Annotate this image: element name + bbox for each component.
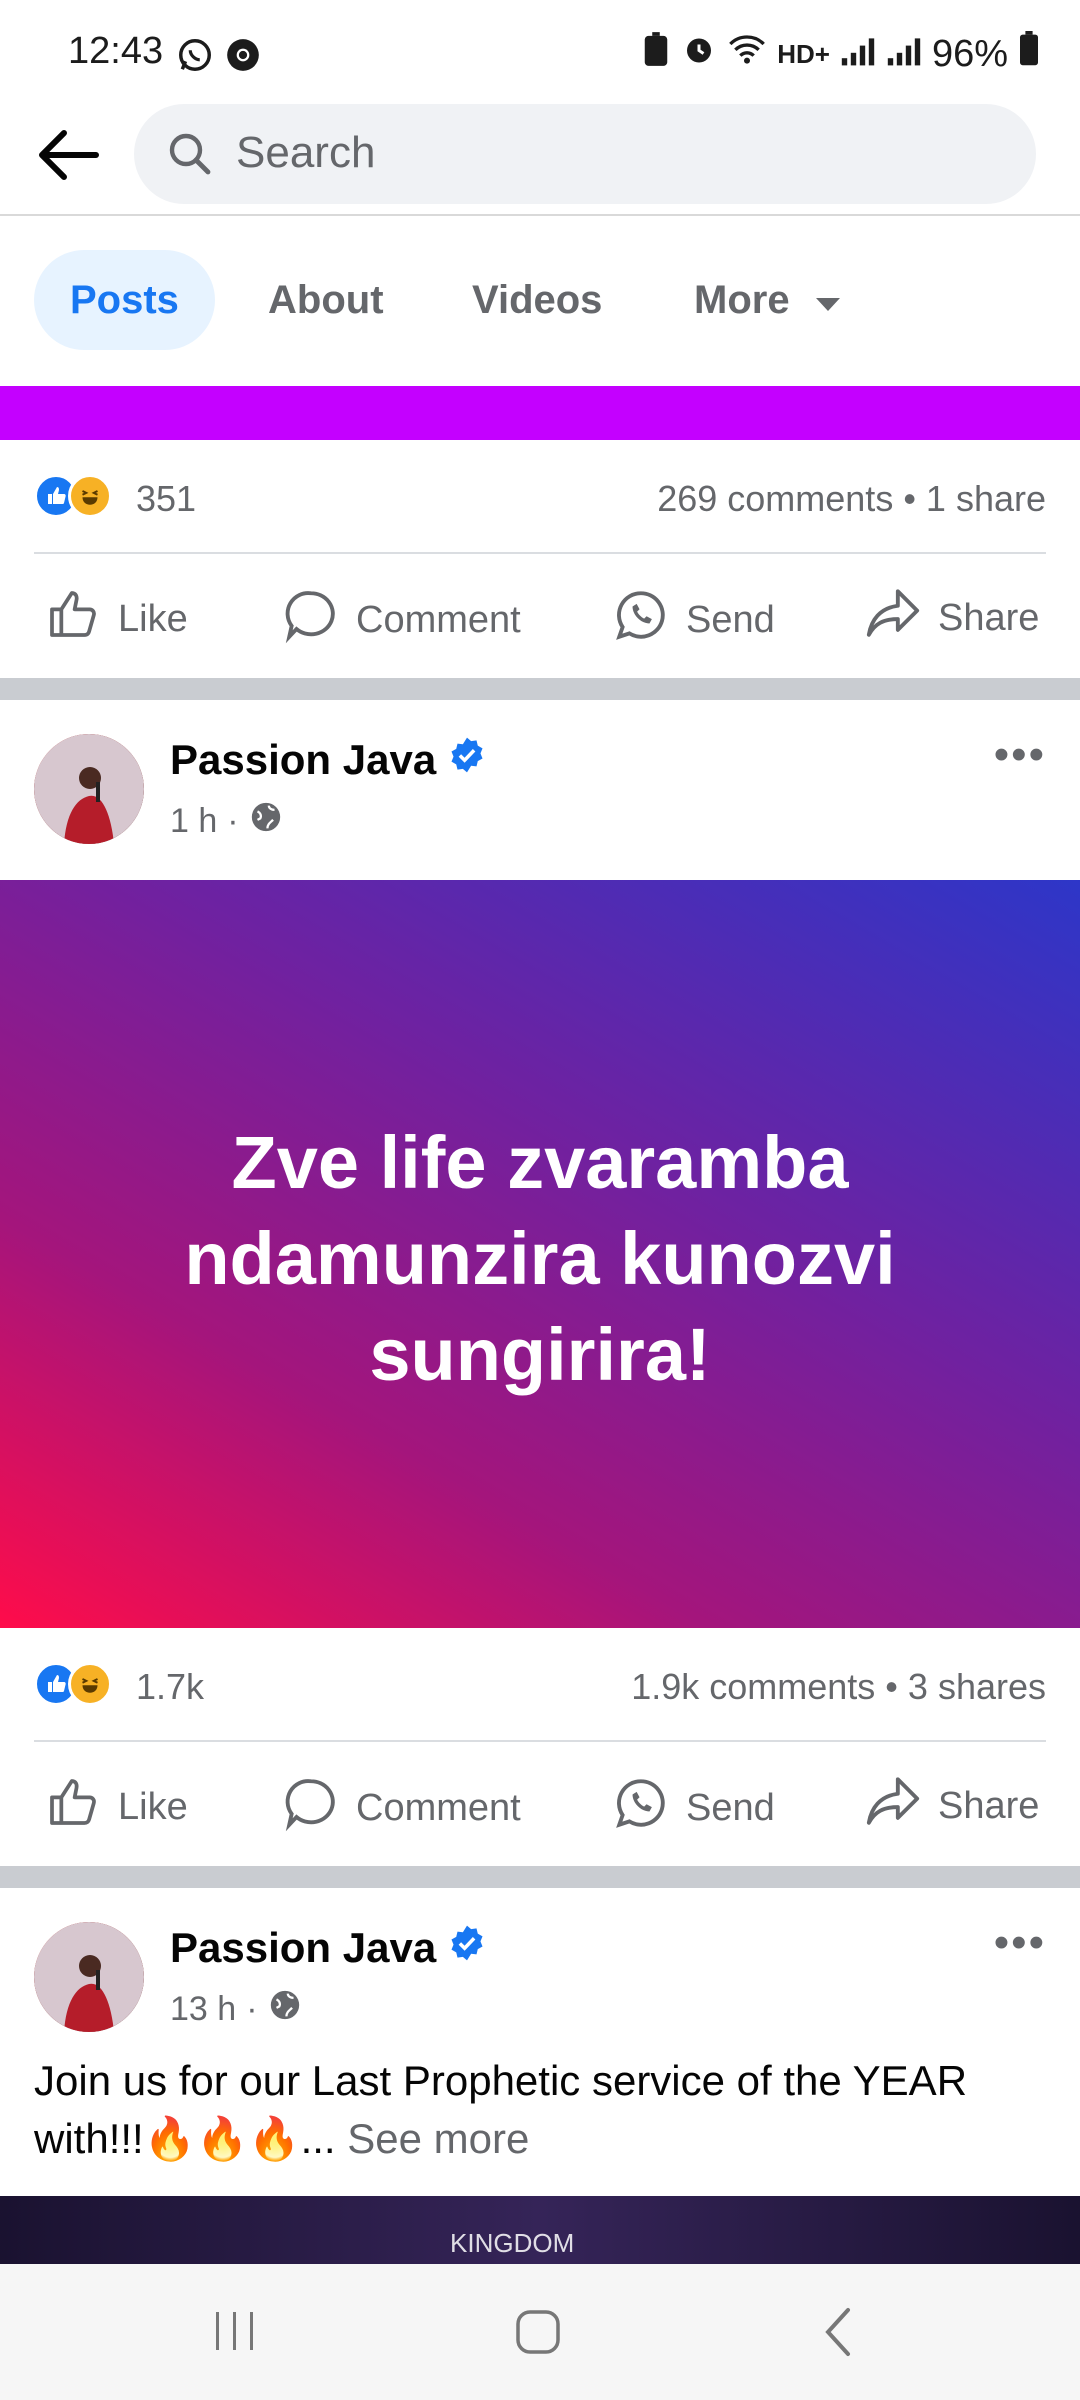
send-label: Send [686,1786,775,1829]
back-icon[interactable] [818,2304,858,2365]
alarm-icon [681,31,717,77]
status-indicators: HD+ 96% [641,30,1040,78]
verified-badge-icon [448,736,486,784]
signal-icon [840,33,876,76]
haha-reaction-icon [68,1662,112,1706]
caret-down-icon [814,250,842,350]
comment-bubble-icon [282,586,340,654]
avatar[interactable] [34,734,144,844]
search-icon [166,130,214,183]
reaction-icons[interactable] [34,1662,112,1706]
haha-reaction-icon [68,474,112,518]
wifi-icon [727,32,767,76]
like-label: Like [118,597,188,640]
whatsapp-send-icon [612,1774,670,1842]
search-placeholder: Search [236,128,376,177]
share-button[interactable]: Share [864,1774,1039,1838]
signal-icon-2 [886,33,922,76]
see-more-link[interactable]: See more [347,2115,529,2162]
thumbs-up-icon [44,1774,102,1840]
author-name: Passion Java [170,736,437,783]
share-arrow-icon [864,586,922,650]
reaction-count[interactable]: 1.7k [136,1666,204,1708]
share-label: Share [938,1784,1040,1827]
like-button[interactable]: Like [44,1774,188,1840]
post-author[interactable]: Passion Java [170,1924,486,1972]
battery-saver-icon [641,30,671,78]
reaction-icons[interactable] [34,474,112,518]
send-label: Send [686,598,775,641]
search-header: Search [0,100,1080,216]
author-name: Passion Java [170,1924,437,1971]
post-meta: 1 h · [170,800,283,843]
tab-more[interactable]: More [694,250,842,350]
battery-level: 96% [931,32,1008,75]
chrome-icon [224,36,262,79]
like-button[interactable]: Like [44,586,188,652]
post-author[interactable]: Passion Java [170,736,486,784]
send-button[interactable]: Send [612,586,775,654]
home-icon[interactable] [512,2306,564,2363]
tab-more-label: More [694,278,790,322]
comments-shares[interactable]: 269 comments • 1 share [657,478,1046,520]
status-bar: 12:43 HD+ 96% [0,0,1080,100]
image-caption-text: KINGDOM [450,2228,575,2258]
avatar[interactable] [34,1922,144,2032]
divider [34,552,1046,554]
post-time: 1 h [170,802,218,840]
post-time: 13 h [170,1990,237,2028]
comment-button[interactable]: Comment [282,1774,521,1842]
recent-apps-icon[interactable] [210,2308,260,2359]
post-text: Join us for our Last Prophetic service o… [34,2052,1054,2168]
tab-about[interactable]: About [268,250,384,350]
share-label: Share [938,596,1040,639]
whatsapp-icon [176,36,214,79]
tab-videos[interactable]: Videos [472,250,602,350]
post-separator [0,1866,1080,1888]
post-meta: 13 h · [170,1988,302,2031]
post-separator [0,678,1080,700]
thumbs-up-icon [44,586,102,652]
meta-dot: · [246,1990,258,2028]
comments-shares[interactable]: 1.9k comments • 3 shares [631,1666,1046,1708]
more-options-icon[interactable]: ••• [994,730,1046,780]
back-arrow-icon[interactable] [34,125,104,185]
comment-bubble-icon [282,1774,340,1842]
verified-badge-icon [448,1924,486,1972]
globe-icon [268,1988,302,2031]
reaction-count[interactable]: 351 [136,478,196,520]
status-time: 12:43 [68,30,164,72]
share-button[interactable]: Share [864,586,1039,650]
system-nav-bar [0,2264,1080,2400]
profile-tabs: Posts About Videos More [0,216,1080,386]
tab-posts[interactable]: Posts [34,250,215,350]
more-options-icon[interactable]: ••• [994,1918,1046,1968]
send-button[interactable]: Send [612,1774,775,1842]
divider [34,1740,1046,1742]
comment-button[interactable]: Comment [282,586,521,654]
comment-label: Comment [356,1786,521,1829]
hd-voice-icon: HD+ [777,38,830,69]
banner-text: Zve life zvaramba ndamunzira kunozvi sun… [184,1121,896,1396]
like-label: Like [118,1785,188,1828]
comment-label: Comment [356,598,521,641]
globe-icon [249,800,283,843]
share-arrow-icon [864,1774,922,1838]
whatsapp-send-icon [612,586,670,654]
battery-icon [1018,31,1040,77]
previous-post-image [0,386,1080,440]
meta-dot: · [227,802,239,840]
